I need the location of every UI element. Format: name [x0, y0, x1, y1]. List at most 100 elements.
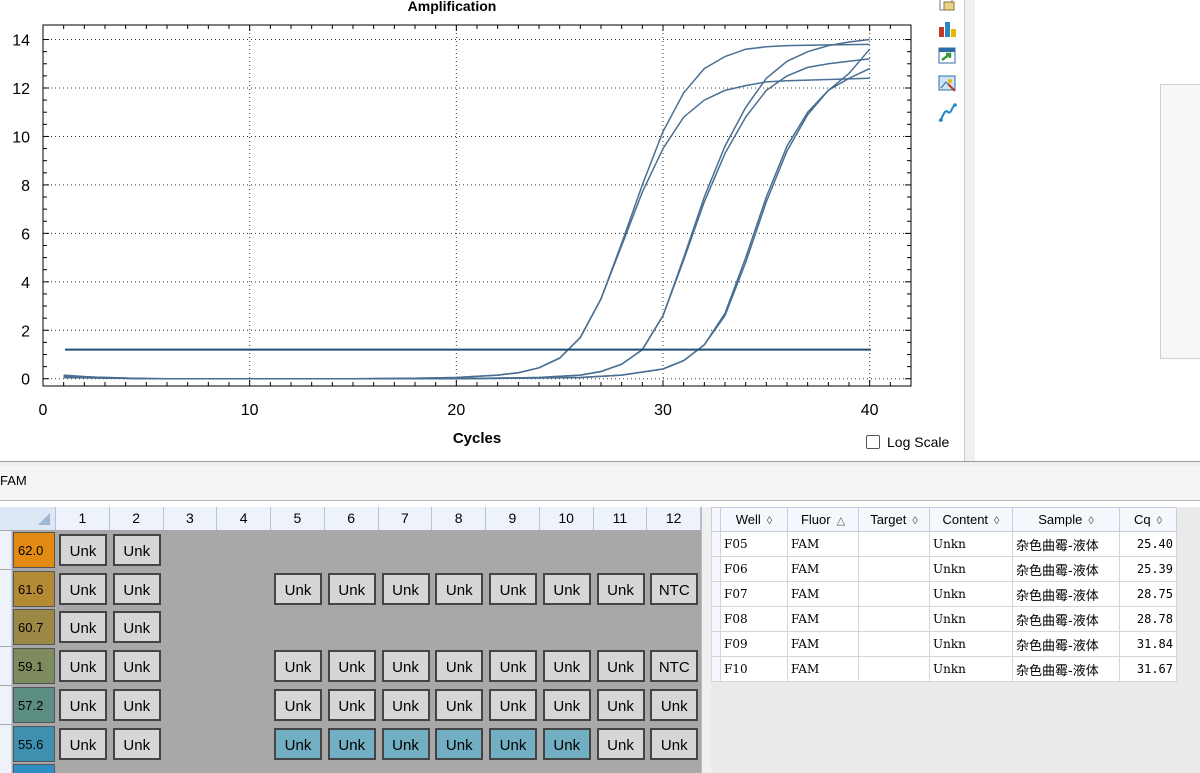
plate-well[interactable]: Unk — [112, 650, 161, 683]
plate-well[interactable]: NTC — [650, 572, 699, 605]
plate-well[interactable]: Unk — [650, 688, 699, 721]
plate-row-header[interactable] — [0, 608, 12, 647]
image-settings-icon[interactable] — [936, 72, 958, 94]
results-row[interactable]: F08 FAM Unkn 杂色曲霉-液体 28.78 — [711, 606, 1177, 632]
plate-column-header[interactable]: 2 — [110, 507, 164, 530]
select-all-corner[interactable] — [0, 507, 56, 530]
plate-well[interactable]: Unk — [489, 572, 537, 605]
plate-well[interactable]: Unk — [59, 727, 107, 760]
plate-column-header[interactable]: 11 — [594, 507, 648, 530]
plate-well[interactable]: Unk — [596, 572, 645, 605]
results-row[interactable]: F10 FAM Unkn 杂色曲霉-液体 31.67 — [711, 656, 1177, 682]
plate-well[interactable]: Unk — [489, 727, 537, 760]
log-scale-checkbox[interactable]: Log Scale — [866, 432, 949, 452]
plate-well[interactable]: Unk — [112, 688, 161, 721]
plate-well[interactable]: Unk — [489, 650, 537, 683]
plate-well[interactable]: Unk — [274, 688, 322, 721]
plate-well[interactable]: NTC — [650, 650, 699, 683]
gradient-temperature: 60.7 — [13, 609, 55, 646]
plate-column-header[interactable]: 6 — [325, 507, 379, 530]
plate-row-header[interactable] — [0, 647, 12, 686]
plate-column-header[interactable]: 3 — [164, 507, 218, 530]
column-header-sample[interactable]: Sample ◊ — [1012, 507, 1120, 532]
column-header-fluor[interactable]: Fluor △ — [787, 507, 859, 532]
plate-well[interactable]: Unk — [381, 650, 430, 683]
content-cell: Unkn — [929, 581, 1013, 607]
plate-well[interactable]: Unk — [596, 727, 645, 760]
plate-row-header[interactable] — [0, 724, 12, 763]
x-tick-label: 20 — [447, 402, 465, 419]
plate-column-header[interactable]: 8 — [432, 507, 486, 530]
plate-well[interactable]: Unk — [542, 650, 591, 683]
copy-icon[interactable] — [936, 0, 958, 14]
plate-column-header[interactable]: 9 — [486, 507, 540, 530]
plate-well[interactable]: Unk — [542, 572, 591, 605]
column-header-well[interactable]: Well ◊ — [720, 507, 788, 532]
plate-column-header[interactable]: 10 — [540, 507, 594, 530]
plate-well[interactable]: Unk — [542, 688, 591, 721]
plate-well[interactable]: Unk — [489, 688, 537, 721]
plate-well[interactable]: Unk — [381, 688, 430, 721]
plate-well[interactable]: Unk — [435, 727, 484, 760]
results-row[interactable]: F05 FAM Unkn 杂色曲霉-液体 25.40 — [711, 531, 1177, 557]
results-row[interactable]: F09 FAM Unkn 杂色曲霉-液体 31.84 — [711, 631, 1177, 657]
plate-well[interactable]: Unk — [327, 650, 376, 683]
plate-column-header[interactable]: 12 — [647, 507, 701, 530]
plate-row-header[interactable] — [0, 569, 12, 608]
column-header-cq[interactable]: Cq ◊ — [1119, 507, 1177, 532]
plate-well[interactable]: Unk — [435, 650, 484, 683]
gradient-temperature — [13, 764, 55, 773]
plate-well[interactable]: Unk — [596, 650, 645, 683]
fluor-cell: FAM — [787, 531, 859, 557]
well-cell: F09 — [720, 631, 788, 657]
plate-well[interactable]: Unk — [435, 688, 484, 721]
plate-well[interactable]: Unk — [59, 611, 107, 644]
fluor-cell: FAM — [787, 556, 859, 582]
plate-well[interactable]: Unk — [59, 572, 107, 605]
sort-icon: ◊ — [766, 515, 773, 527]
plate-column-header[interactable]: 1 — [56, 507, 110, 530]
row-header — [711, 631, 721, 657]
plate-well[interactable]: Unk — [274, 572, 322, 605]
plate-well[interactable]: Unk — [327, 572, 376, 605]
plate-column-header[interactable]: 5 — [271, 507, 325, 530]
plate-well[interactable]: Unk — [596, 688, 645, 721]
plate-well[interactable]: Unk — [650, 727, 699, 760]
column-header-content[interactable]: Content ◊ — [929, 507, 1013, 532]
plate-well[interactable]: Unk — [381, 572, 430, 605]
plate-row-header[interactable] — [0, 763, 12, 773]
plate-well[interactable]: Unk — [112, 611, 161, 644]
target-cell — [858, 656, 930, 682]
sample-cell: 杂色曲霉-液体 — [1012, 556, 1120, 582]
plate-well[interactable]: Unk — [435, 572, 484, 605]
export-icon[interactable] — [936, 44, 958, 66]
amplification-chart: Amplification 0 10 20 30 40 0 2 4 6 8 10 12 14 Cycle… — [12, 0, 912, 447]
plate-well[interactable]: Unk — [59, 688, 107, 721]
content-cell: Unkn — [929, 531, 1013, 557]
plate-well[interactable]: Unk — [59, 534, 107, 566]
plate-row-header[interactable] — [0, 531, 12, 569]
curve-icon[interactable] — [936, 102, 958, 124]
plate-well[interactable]: Unk — [381, 727, 430, 760]
fluor-label: FAM — [0, 473, 27, 488]
plate-well[interactable]: Unk — [59, 650, 107, 683]
plate-well[interactable]: Unk — [112, 534, 161, 566]
checkbox-box[interactable] — [866, 435, 880, 449]
plot-area — [42, 24, 912, 387]
results-row[interactable]: F06 FAM Unkn 杂色曲霉-液体 25.39 — [711, 556, 1177, 582]
column-header-target[interactable]: Target ◊ — [858, 507, 930, 532]
export-chart-icon[interactable] — [936, 17, 958, 39]
plate-well[interactable]: Unk — [327, 688, 376, 721]
plate-row-header[interactable] — [0, 685, 12, 724]
plate-well[interactable]: Unk — [112, 572, 161, 605]
plate-well[interactable]: Unk — [542, 727, 591, 760]
plate-well[interactable]: Unk — [274, 727, 322, 760]
plate-well[interactable]: Unk — [112, 727, 161, 760]
plate-well[interactable]: Unk — [274, 650, 322, 683]
results-row[interactable]: F07 FAM Unkn 杂色曲霉-液体 28.75 — [711, 581, 1177, 607]
plate-column-header[interactable]: 4 — [217, 507, 271, 530]
plate-column-header[interactable]: 7 — [379, 507, 433, 530]
sample-cell: 杂色曲霉-液体 — [1012, 581, 1120, 607]
plate-grid[interactable]: 1 2 3 4 5 6 7 8 9 10 11 12 62.0 Unk Unk 61.6 Unk Unk Unk U… — [0, 507, 701, 773]
plate-well[interactable]: Unk — [327, 727, 376, 760]
